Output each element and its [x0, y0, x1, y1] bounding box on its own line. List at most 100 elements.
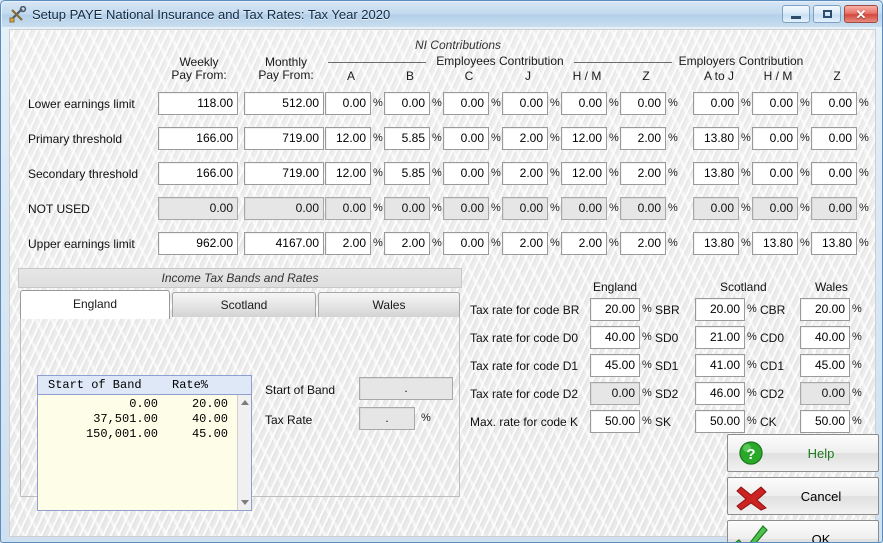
ok-button[interactable]: OK: [727, 520, 879, 542]
ni-monthly-input[interactable]: 4167.00: [244, 232, 324, 255]
tax-code-input-scotland[interactable]: 46.00: [695, 382, 745, 405]
ni-rate-input-er-hm[interactable]: 0.00: [752, 197, 798, 220]
minimize-button[interactable]: [782, 5, 810, 23]
cancel-button[interactable]: Cancel: [727, 477, 879, 515]
ni-rate-input-er-atoj[interactable]: 13.80: [693, 162, 739, 185]
ni-rate-input-a[interactable]: 0.00: [325, 197, 371, 220]
ni-rate-input-er-atoj[interactable]: 0.00: [693, 92, 739, 115]
tab-england[interactable]: England: [20, 290, 170, 319]
ni-weekly-input[interactable]: 166.00: [158, 162, 238, 185]
ni-rate-input-z[interactable]: 0.00: [620, 92, 666, 115]
tax-code-input-wales[interactable]: 45.00: [800, 354, 850, 377]
tax-code-input-scotland[interactable]: 50.00: [695, 410, 745, 433]
ni-rate-input-er-atoj[interactable]: 0.00: [693, 197, 739, 220]
tax-rate-input[interactable]: .: [359, 407, 415, 430]
tax-code-input-england[interactable]: 20.00: [590, 298, 640, 321]
percent-sign: %: [609, 202, 619, 214]
ni-rate-input-er-z[interactable]: 0.00: [811, 197, 857, 220]
ni-rate-input-er-z[interactable]: 0.00: [811, 92, 857, 115]
ni-rate-input-a[interactable]: 12.00: [325, 127, 371, 150]
ni-rate-input-b[interactable]: 5.85: [384, 127, 430, 150]
tab-scotland[interactable]: Scotland: [172, 292, 316, 317]
ni-rate-input-a[interactable]: 0.00: [325, 92, 371, 115]
tax-bands-listbox[interactable]: Start of Band Rate% 0.00 20.00 37,501.00 40…: [37, 375, 252, 511]
ni-rate-input-er-hm[interactable]: 0.00: [752, 127, 798, 150]
ni-rate-input-c[interactable]: 0.00: [443, 232, 489, 255]
ni-rate-input-b[interactable]: 0.00: [384, 92, 430, 115]
ni-rate-input-c[interactable]: 0.00: [443, 92, 489, 115]
ni-monthly-input[interactable]: 719.00: [244, 127, 324, 150]
ni-weekly-input[interactable]: 166.00: [158, 127, 238, 150]
list-item[interactable]: 0.00 20.00: [38, 397, 237, 412]
tax-code-abbrev-scotland: SK: [655, 415, 672, 429]
ni-rate-input-hm[interactable]: 0.00: [561, 92, 607, 115]
title-bar: Setup PAYE National Insurance and Tax Ra…: [2, 2, 882, 27]
percent-sign: %: [550, 237, 560, 249]
ni-rate-input-er-z[interactable]: 13.80: [811, 232, 857, 255]
tax-code-input-wales[interactable]: 20.00: [800, 298, 850, 321]
ni-rate-input-j[interactable]: 2.00: [502, 162, 548, 185]
ni-rate-input-b[interactable]: 2.00: [384, 232, 430, 255]
list-item[interactable]: 150,001.00 45.00: [38, 427, 237, 442]
ni-rate-input-er-atoj[interactable]: 13.80: [693, 127, 739, 150]
ni-monthly-input[interactable]: 719.00: [244, 162, 324, 185]
column-header-j: J: [525, 69, 531, 83]
ni-rate-input-er-hm[interactable]: 0.00: [752, 162, 798, 185]
start-of-band-input[interactable]: .: [359, 377, 453, 400]
tax-bands-list-body[interactable]: 0.00 20.00 37,501.00 40.00 150,001.00 45.00: [38, 395, 237, 510]
ni-rate-input-a[interactable]: 12.00: [325, 162, 371, 185]
listbox-scrollbar[interactable]: [237, 395, 251, 510]
column-header-z: Z: [642, 69, 650, 83]
ni-rate-input-er-z[interactable]: 0.00: [811, 127, 857, 150]
ni-rate-input-er-atoj[interactable]: 13.80: [693, 232, 739, 255]
tax-code-input-england[interactable]: 50.00: [590, 410, 640, 433]
ni-rate-input-j[interactable]: 0.00: [502, 197, 548, 220]
ni-rate-input-c[interactable]: 0.00: [443, 162, 489, 185]
tax-code-input-scotland[interactable]: 41.00: [695, 354, 745, 377]
tax-code-input-scotland[interactable]: 21.00: [695, 326, 745, 349]
maximize-button[interactable]: [813, 5, 841, 23]
ni-rate-input-j[interactable]: 2.00: [502, 127, 548, 150]
ni-weekly-input[interactable]: 962.00: [158, 232, 238, 255]
ni-rate-input-z[interactable]: 2.00: [620, 162, 666, 185]
ni-rate-input-er-hm[interactable]: 13.80: [752, 232, 798, 255]
list-item[interactable]: 37,501.00 40.00: [38, 412, 237, 427]
ni-rate-input-b[interactable]: 5.85: [384, 162, 430, 185]
percent-sign: %: [859, 132, 869, 144]
ni-monthly-input[interactable]: 0.00: [244, 197, 324, 220]
ni-rate-input-er-hm[interactable]: 0.00: [752, 92, 798, 115]
ni-weekly-input[interactable]: 118.00: [158, 92, 238, 115]
ni-rate-input-a[interactable]: 2.00: [325, 232, 371, 255]
ni-rate-input-c[interactable]: 0.00: [443, 197, 489, 220]
ni-monthly-input[interactable]: 512.00: [244, 92, 324, 115]
ni-rate-input-hm[interactable]: 12.00: [561, 162, 607, 185]
tax-code-input-england[interactable]: 0.00: [590, 382, 640, 405]
close-button[interactable]: ✕: [844, 5, 878, 23]
tax-code-abbrev-scotland: SD2: [655, 387, 679, 401]
tax-code-abbrev-wales: CBR: [760, 303, 786, 317]
tax-code-input-scotland[interactable]: 20.00: [695, 298, 745, 321]
ni-rate-input-z[interactable]: 2.00: [620, 127, 666, 150]
tax-code-input-wales[interactable]: 0.00: [800, 382, 850, 405]
ni-rate-input-er-z[interactable]: 0.00: [811, 162, 857, 185]
ni-rate-input-z[interactable]: 0.00: [620, 197, 666, 220]
scroll-down-icon[interactable]: [238, 496, 252, 509]
help-button[interactable]: ? Help: [727, 434, 879, 472]
ni-rate-input-hm[interactable]: 12.00: [561, 127, 607, 150]
tax-code-input-wales[interactable]: 50.00: [800, 410, 850, 433]
ni-rate-input-b[interactable]: 0.00: [384, 197, 430, 220]
ni-rate-input-j[interactable]: 2.00: [502, 232, 548, 255]
tax-code-input-england[interactable]: 45.00: [590, 354, 640, 377]
percent-sign: %: [741, 167, 751, 179]
ni-rate-input-z[interactable]: 2.00: [620, 232, 666, 255]
ni-rate-input-j[interactable]: 0.00: [502, 92, 548, 115]
ni-rate-input-hm[interactable]: 0.00: [561, 197, 607, 220]
scroll-up-icon[interactable]: [238, 396, 252, 409]
ni-weekly-input[interactable]: 0.00: [158, 197, 238, 220]
ni-rate-input-hm[interactable]: 2.00: [561, 232, 607, 255]
tab-wales[interactable]: Wales: [318, 292, 460, 317]
tax-code-input-wales[interactable]: 40.00: [800, 326, 850, 349]
tools-icon: [8, 5, 28, 24]
tax-code-input-england[interactable]: 40.00: [590, 326, 640, 349]
ni-rate-input-c[interactable]: 0.00: [443, 127, 489, 150]
